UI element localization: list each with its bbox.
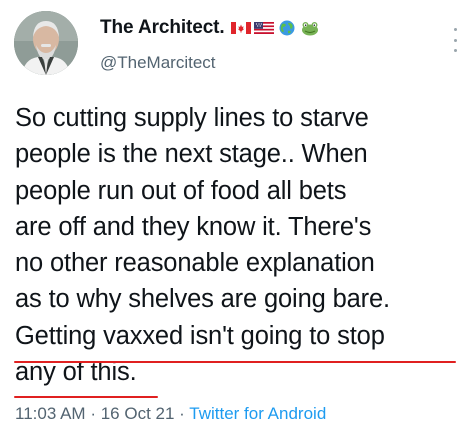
more-dot	[453, 38, 457, 42]
display-name-row: The Architect.	[100, 17, 320, 39]
tweet-text-line: Getting vaxxed isn't going to stop	[15, 321, 385, 350]
tweet-text-line: no other reasonable explanation	[15, 249, 375, 278]
frog-icon	[301, 22, 318, 36]
tweet-metadata: 11:03 AM · 16 Oct 21 · Twitter for Andro…	[15, 404, 326, 424]
meta-separator: ·	[179, 404, 185, 423]
tweet-text-line: So cutting supply lines to starve	[15, 104, 369, 132]
us-flag-icon	[253, 22, 274, 34]
tweet-date[interactable]: 16 Oct 21	[101, 404, 175, 423]
user-handle[interactable]: @TheMarcitect	[100, 53, 216, 73]
more-options-icon[interactable]	[448, 28, 462, 52]
meta-separator: ·	[90, 404, 96, 423]
avatar[interactable]	[14, 11, 78, 75]
tweet-text-line: people is the next stage.. When	[15, 140, 368, 169]
tweet-time[interactable]: 11:03 AM	[15, 404, 86, 423]
tweet-text-line: any of this.	[15, 358, 137, 387]
canada-flag-icon	[230, 22, 251, 34]
tweet-text-line: as to why shelves are going bare.	[15, 285, 390, 314]
tweet-text-line: people run out of food all bets	[15, 176, 347, 205]
name-emojis	[230, 20, 320, 36]
tweet-text: So cutting supply lines to starve people…	[15, 100, 465, 390]
display-name[interactable]: The Architect.	[100, 17, 225, 39]
red-underline-annotation	[14, 361, 456, 363]
globe-icon	[279, 20, 295, 36]
more-dot	[453, 28, 457, 31]
red-underline-annotation	[14, 396, 158, 398]
more-dot	[453, 49, 457, 52]
tweet-source-link[interactable]: Twitter for Android	[189, 404, 326, 423]
tweet-text-line: are off and they know it. There's	[15, 212, 372, 241]
tweet-card: The Architect. @TheMarcitect So cutting …	[0, 0, 473, 434]
